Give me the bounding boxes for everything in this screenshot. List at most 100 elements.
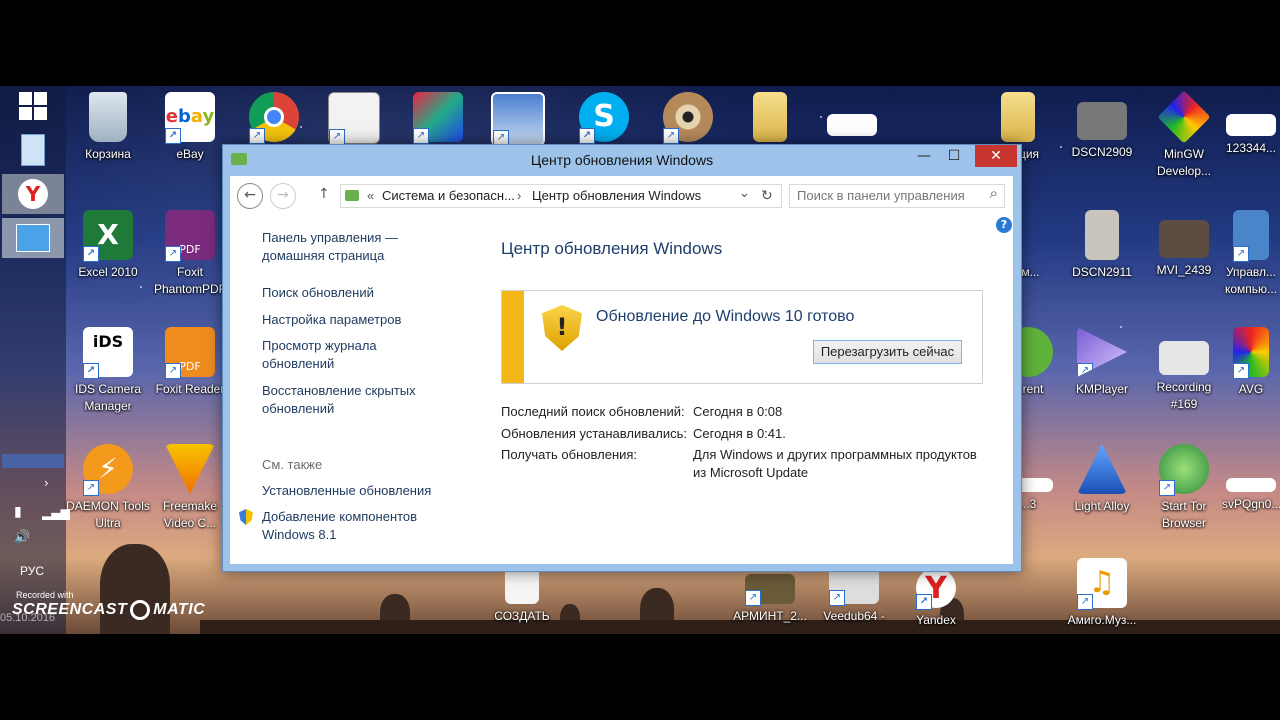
volume-icon[interactable]: 🔊	[14, 530, 30, 545]
yandex-tile[interactable]: Y	[2, 174, 64, 214]
disc-icon: ↗	[663, 92, 713, 144]
freemake-icon	[165, 444, 215, 494]
search-icon[interactable]: ⌕	[990, 185, 998, 202]
desktop-icon-mingw[interactable]: MinGW Develop...	[1142, 90, 1226, 180]
photo-thumbnail-icon	[1077, 102, 1127, 140]
navigation-bar: ← → ↑ « Система и безопасн... › Центр об…	[230, 176, 1013, 214]
info-label-receive: Получать обновления:	[501, 447, 638, 462]
desktop-icon-veedub[interactable]: ↗ Veedub64 -	[812, 568, 896, 625]
maximize-button[interactable]: ☐	[939, 145, 969, 167]
desktop-icon-recording169[interactable]: Recording #169	[1142, 327, 1226, 413]
control-panel-icon	[16, 224, 50, 252]
address-bar[interactable]: « Система и безопасн... › Центр обновлен…	[340, 184, 782, 208]
help-button[interactable]: ?	[996, 217, 1012, 233]
record-circle-icon	[130, 600, 151, 620]
video-thumbnail-icon: ↗	[745, 574, 795, 606]
desktop-icon-folder-1[interactable]	[728, 92, 812, 146]
breadcrumb-item-system-security[interactable]: Система и безопасн...	[382, 188, 515, 203]
desktop-icon-armint[interactable]: ↗ АРМИНТ_2...	[728, 568, 812, 625]
breadcrumb-item-windows-update[interactable]: Центр обновления Windows	[532, 188, 701, 203]
address-dropdown-icon[interactable]: ⌄	[739, 185, 750, 201]
sidebar-link-add-features[interactable]: Добавление компонентов Windows 8.1	[262, 508, 432, 544]
info-value-installed: Сегодня в 0:41.	[693, 426, 786, 441]
desktop-icon-excel[interactable]: X ↗ Excel 2010	[66, 210, 150, 281]
desktop-icon-yandex[interactable]: Y ↗ Yandex	[894, 568, 978, 629]
start-tile[interactable]	[2, 86, 64, 126]
desktop-icon-amigo-music[interactable]: ♫ ↗ Амиго.Муз...	[1060, 558, 1144, 629]
desktop-icon-foxit-phantom[interactable]: PDF ↗ Foxit PhantomPDF	[148, 210, 232, 298]
desktop-icon-avg[interactable]: ↗ AVG	[1222, 327, 1280, 398]
desktop-icon-daemon-tools[interactable]: ⚡ ↗ DAEMON Tools Ultra	[66, 444, 150, 532]
desktop-icon-label: Excel 2010	[78, 265, 138, 279]
see-also-heading: См. также	[262, 457, 323, 472]
foxit-reader-icon: PDF ↗	[165, 327, 215, 379]
refresh-button[interactable]: ↻	[761, 187, 773, 204]
info-label-last-check: Последний поиск обновлений:	[501, 404, 685, 419]
desktop-icon-chrome[interactable]: ↗	[232, 92, 316, 146]
signal-icon[interactable]: ▂▄▆	[42, 506, 70, 520]
desktop-icon-label: DSCN2909	[1071, 145, 1133, 159]
desktop-icon-skype[interactable]: S ↗	[562, 92, 646, 146]
document-icon	[1226, 478, 1276, 492]
desktop-icon-foxit-reader[interactable]: PDF ↗ Foxit Reader	[148, 327, 232, 398]
ids-camera-icon: iDS ↗	[83, 327, 133, 379]
desktop-icon-ids-camera[interactable]: iDS ↗ IDS Camera Manager	[66, 327, 150, 415]
calculator-tile[interactable]	[2, 130, 64, 170]
desktop-icon-label: Yandex	[916, 613, 956, 627]
desktop-icon-light-alloy[interactable]: Light Alloy	[1060, 444, 1144, 515]
folder-icon	[1001, 92, 1035, 142]
sidebar-link-settings[interactable]: Настройка параметров	[262, 311, 401, 329]
desktop-icon-create[interactable]: СОЗДАТЬ	[480, 568, 564, 625]
sidebar-link-update-history[interactable]: Просмотр журнала обновлений	[262, 337, 412, 373]
desktop-icon-document[interactable]	[810, 92, 894, 140]
up-button[interactable]: ↑	[318, 186, 330, 202]
close-button[interactable]: ✕	[975, 145, 1017, 167]
desktop-icon-label: svPQgn0...	[1222, 497, 1280, 511]
desktop-icon-label: KMPlayer	[1075, 382, 1128, 396]
shield-icon	[239, 509, 253, 525]
desktop-icon-label: IDS Camera Manager	[74, 382, 142, 413]
kmplayer-icon: ↗	[1077, 327, 1127, 377]
desktop-icon-image-editor[interactable]: ↗	[476, 92, 560, 150]
desktop-icon-ebay[interactable]: ebay ↗ eBay	[148, 92, 232, 163]
control-panel-tile[interactable]	[2, 218, 64, 258]
update-ready-text: Обновление до Windows 10 готово	[596, 308, 855, 325]
restart-now-button[interactable]: Перезагрузить сейчас	[813, 340, 962, 364]
desktop-icon-label: 123344...	[1225, 141, 1277, 155]
window-titlebar[interactable]: Центр обновления Windows — ☐ ✕	[223, 145, 1021, 176]
desktop-icon-ueye[interactable]: ↗	[312, 92, 396, 148]
desktop-icon-kmplayer[interactable]: ↗ KMPlayer	[1060, 327, 1144, 398]
scroll-strip[interactable]	[2, 454, 64, 468]
sidebar-home-link[interactable]: Панель управления — домашняя страница	[262, 229, 422, 265]
desktop-icon-freemake[interactable]: Freemake Video C...	[148, 444, 232, 532]
forward-button[interactable]: →	[270, 183, 296, 209]
left-sidebar: Y › ▮ ▂▄▆ 🔊 РУС	[0, 86, 70, 634]
desktop-icon-mvi2439[interactable]: MVI_2439	[1142, 210, 1226, 279]
chevron-right-icon[interactable]: ›	[44, 476, 49, 490]
sidebar-link-installed-updates[interactable]: Установленные обновления	[262, 482, 431, 500]
desktop-icon-dscn2909[interactable]: DSCN2909	[1060, 92, 1144, 161]
battery-icon[interactable]: ▮	[14, 504, 22, 520]
desktop-icon-dvd[interactable]: ↗	[646, 92, 730, 146]
minimize-button[interactable]: —	[909, 145, 939, 167]
window-client-area: ← → ↑ « Система и безопасн... › Центр об…	[230, 176, 1013, 564]
language-indicator[interactable]: РУС	[20, 564, 44, 578]
foxit-phantompdf-icon: PDF ↗	[165, 210, 215, 262]
desktop-icon-dscn2911[interactable]: DSCN2911	[1060, 210, 1144, 281]
calculator-icon	[21, 134, 45, 166]
desktop-icon-computer-management[interactable]: ↗ Управл... компью...	[1222, 210, 1280, 298]
desktop-icon-123344[interactable]: 123344...	[1222, 92, 1280, 157]
sidebar-link-restore-hidden[interactable]: Восстановление скрытых обновлений	[262, 382, 422, 418]
desktop-icon-recycle-bin[interactable]: Корзина	[66, 92, 150, 163]
back-button[interactable]: ←	[237, 183, 263, 209]
desktop-icon-tor-browser[interactable]: ↗ Start Tor Browser	[1142, 444, 1226, 532]
desktop-icon-label: AVG	[1238, 382, 1264, 396]
desktop-icon-label: Амиго.Муз...	[1067, 613, 1137, 627]
desktop-icon-app-arrows[interactable]: ↗	[396, 92, 480, 146]
desktop-icon-svpqgn[interactable]: svPQgn0...	[1222, 444, 1280, 513]
sidebar-link-check-updates[interactable]: Поиск обновлений	[262, 284, 374, 302]
search-input[interactable]: Поиск в панели управления ⌕	[789, 184, 1005, 208]
search-placeholder: Поиск в панели управления	[797, 188, 965, 203]
light-alloy-icon	[1077, 444, 1127, 494]
excel-icon: X ↗	[83, 210, 133, 262]
